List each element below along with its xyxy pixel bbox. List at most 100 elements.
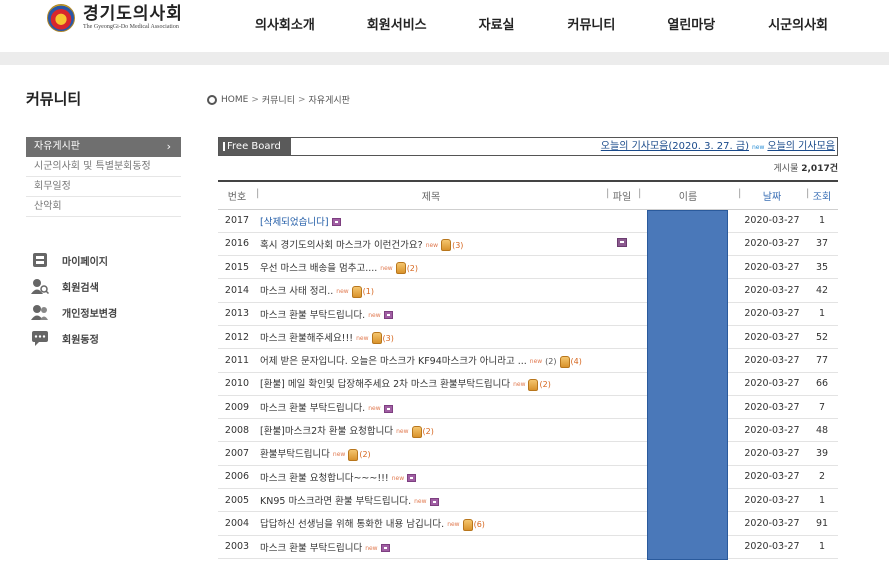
sidebar-item-free-board[interactable]: 자유게시판 › [26, 137, 181, 157]
table-row[interactable]: 2013 마스크 환불 부탁드립니다. new 2020-03-27 1 [218, 302, 838, 326]
post-number: 2004 [218, 511, 256, 536]
table-row[interactable]: 2003 마스크 환불 부탁드립니다 new 2020-03-27 1 [218, 535, 838, 559]
site-logo[interactable]: 경기도의사회 The GyeongGi-Do Medical Associati… [47, 0, 183, 36]
sidebar-item-label: 자유게시판 [34, 141, 80, 152]
ticker-link[interactable]: 오늘의 기사모음(2020. 3. 27. 금) [601, 141, 749, 152]
table-row[interactable]: 2007 환불부탁드립니다 new (2) 2020-03-27 39 [218, 441, 838, 466]
post-title-link[interactable]: 환불부탁드립니다 [260, 449, 330, 460]
post-number: 2012 [218, 325, 256, 350]
post-title-link[interactable]: 마스크 환불 부탁드립니다 [260, 543, 362, 554]
post-number: 2015 [218, 255, 256, 280]
like-count: (1) [362, 287, 375, 297]
view-count: 42 [806, 278, 838, 303]
nav-member-service[interactable]: 회원서비스 [367, 14, 427, 33]
post-title-link[interactable]: 마스크 환불 요청합니다~~~!!! [260, 473, 389, 484]
post-date: 2020-03-27 [738, 418, 806, 443]
table-row[interactable]: 2009 마스크 환불 부탁드립니다. new 2020-03-27 7 [218, 395, 838, 420]
member-search-icon [30, 277, 50, 295]
quick-link-member-news[interactable]: 회원동정 [30, 326, 117, 350]
thumbs-up-icon [351, 285, 362, 298]
breadcrumb-separator: > [251, 94, 259, 105]
col-header-no: 번호 [218, 180, 256, 210]
view-count: 1 [806, 209, 838, 233]
nav-about[interactable]: 의사회소개 [255, 14, 315, 33]
post-title-link[interactable]: KN95 마스크라면 환불 부탁드립니다. [260, 496, 411, 507]
thumbs-up-icon [348, 448, 359, 461]
post-date: 2020-03-27 [738, 511, 806, 536]
post-title-link[interactable]: 답답하신 선생님을 위해 통화한 내용 남깁니다. [260, 519, 444, 530]
sidebar-item-schedule[interactable]: 회무일정 [26, 177, 181, 197]
quick-link-member-search[interactable]: 회원검색 [30, 274, 117, 298]
post-date: 2020-03-27 [738, 232, 806, 257]
post-number: 2003 [218, 535, 256, 559]
view-count: 48 [806, 418, 838, 443]
breadcrumb-home[interactable]: HOME [221, 95, 248, 105]
news-ticker[interactable]: 오늘의 기사모음(2020. 3. 27. 금) new 오늘의 기사모음 [299, 138, 835, 155]
table-row[interactable]: 2017 [삭제되었습니다] 2020-03-27 1 [218, 209, 838, 233]
post-title-link[interactable]: 마스크 환불 부탁드립니다. [260, 403, 365, 414]
table-header-row: 번호 제목 파일 이름 날짜 조회 [218, 180, 838, 210]
breadcrumb-community[interactable]: 커뮤니티 [262, 93, 295, 106]
post-number: 2011 [218, 348, 256, 373]
sidebar-item-local-news[interactable]: 시군의사회 및 특별분회동정 [26, 157, 181, 177]
post-title-link[interactable]: 우선 마스크 배송을 멈추고.... [260, 263, 377, 274]
image-attachment-icon [383, 311, 393, 320]
post-title-link[interactable]: [삭제되었습니다] [260, 217, 329, 228]
quick-link-profile-edit[interactable]: 개인정보변경 [30, 300, 117, 324]
post-title-link[interactable]: 혹시 경기도의사회 마스크가 이런건가요? [260, 240, 423, 251]
like-count: (3) [452, 240, 464, 250]
table-row[interactable]: 2015 우선 마스크 배송을 멈추고.... new (2) 2020-03-27 35 [218, 255, 838, 280]
table-row[interactable]: 2004 답답하신 선생님을 위해 통화한 내용 남깁니다. new (6) 2020-… [218, 511, 838, 536]
logo-subtitle: The GyeongGi-Do Medical Association [83, 24, 179, 30]
post-date: 2020-03-27 [738, 372, 806, 396]
new-badge: new [368, 405, 381, 413]
post-date: 2020-03-27 [738, 302, 806, 326]
logo-title: 경기도의사회 [83, 4, 183, 24]
post-title-link[interactable]: 어제 받은 문자입니다. 오늘은 마스크가 KF94마스크가 아니라고 ... [260, 356, 527, 367]
file-cell [606, 302, 638, 326]
site-header: 경기도의사회 The GyeongGi-Do Medical Associati… [0, 0, 889, 52]
post-title-link[interactable]: [환불] 메일 확인및 답장해주세요 2차 마스크 환불부탁드립니다 [260, 379, 510, 390]
col-header-views[interactable]: 조회 [806, 180, 838, 210]
table-row[interactable]: 2014 마스크 사태 정리.. new (1) 2020-03-27 42 [218, 278, 838, 303]
file-attachment-icon[interactable] [617, 237, 627, 247]
table-row[interactable]: 2010 [환불] 메일 확인및 답장해주세요 2차 마스크 환불부탁드립니다 ne… [218, 372, 838, 396]
post-date: 2020-03-27 [738, 395, 806, 420]
post-title-link[interactable]: [환불]마스크2차 환불 요청합니다 [260, 426, 393, 437]
table-row[interactable]: 2006 마스크 환불 요청합니다~~~!!! new 2020-03-27 2 [218, 465, 838, 490]
post-date: 2020-03-27 [738, 488, 806, 513]
ticker-link[interactable]: 오늘의 기사모음 [767, 141, 835, 152]
nav-local-associations[interactable]: 시군의사회 [768, 14, 828, 33]
table-row[interactable]: 2005 KN95 마스크라면 환불 부탁드립니다. new 2020-03-27 1 [218, 488, 838, 513]
post-number: 2017 [218, 209, 256, 233]
sidebar-item-hiking-club[interactable]: 산악회 [26, 197, 181, 217]
post-date: 2020-03-27 [738, 465, 806, 490]
col-header-date[interactable]: 날짜 [738, 180, 806, 210]
table-row[interactable]: 2008 [환불]마스크2차 환불 요청합니다 new (2) 2020-03-27 48 [218, 418, 838, 443]
new-badge: new [391, 474, 405, 482]
quick-links: 마이페이지 회원검색 개인정보변경 회원동정 [30, 248, 117, 352]
quick-link-mypage[interactable]: 마이페이지 [30, 248, 117, 272]
new-badge: new [332, 451, 346, 459]
profile-edit-icon [30, 303, 50, 321]
file-cell [606, 511, 638, 536]
table-row[interactable]: 2012 마스크 환불해주세요!!! new (3) 2020-03-27 52 [218, 325, 838, 350]
image-attachment-icon [383, 404, 393, 413]
post-number: 2009 [218, 395, 256, 420]
like-count: (2) [539, 380, 551, 390]
post-title-link[interactable]: 마스크 환불해주세요!!! [260, 333, 353, 344]
post-date: 2020-03-27 [738, 325, 806, 350]
post-title-link[interactable]: 마스크 환불 부탁드립니다. [260, 310, 365, 321]
file-cell [606, 372, 638, 396]
nav-open-forum[interactable]: 열린마당 [667, 14, 715, 33]
nav-archive[interactable]: 자료실 [479, 14, 515, 33]
post-title-cell: [환불] 메일 확인및 답장해주세요 2차 마스크 환불부탁드립니다 new (2) [256, 372, 606, 396]
post-date: 2020-03-27 [738, 535, 806, 559]
thumbs-up-icon [528, 378, 539, 391]
table-row[interactable]: 2016 혹시 경기도의사회 마스크가 이런건가요? new (3) 2020-03-2… [218, 232, 838, 257]
new-badge: new [380, 264, 393, 272]
table-row[interactable]: 2011 어제 받은 문자입니다. 오늘은 마스크가 KF94마스크가 아니라고 … [218, 348, 838, 373]
like-count: (6) [473, 520, 485, 530]
post-title-link[interactable]: 마스크 사태 정리.. [260, 286, 333, 297]
nav-community[interactable]: 커뮤니티 [568, 14, 616, 33]
